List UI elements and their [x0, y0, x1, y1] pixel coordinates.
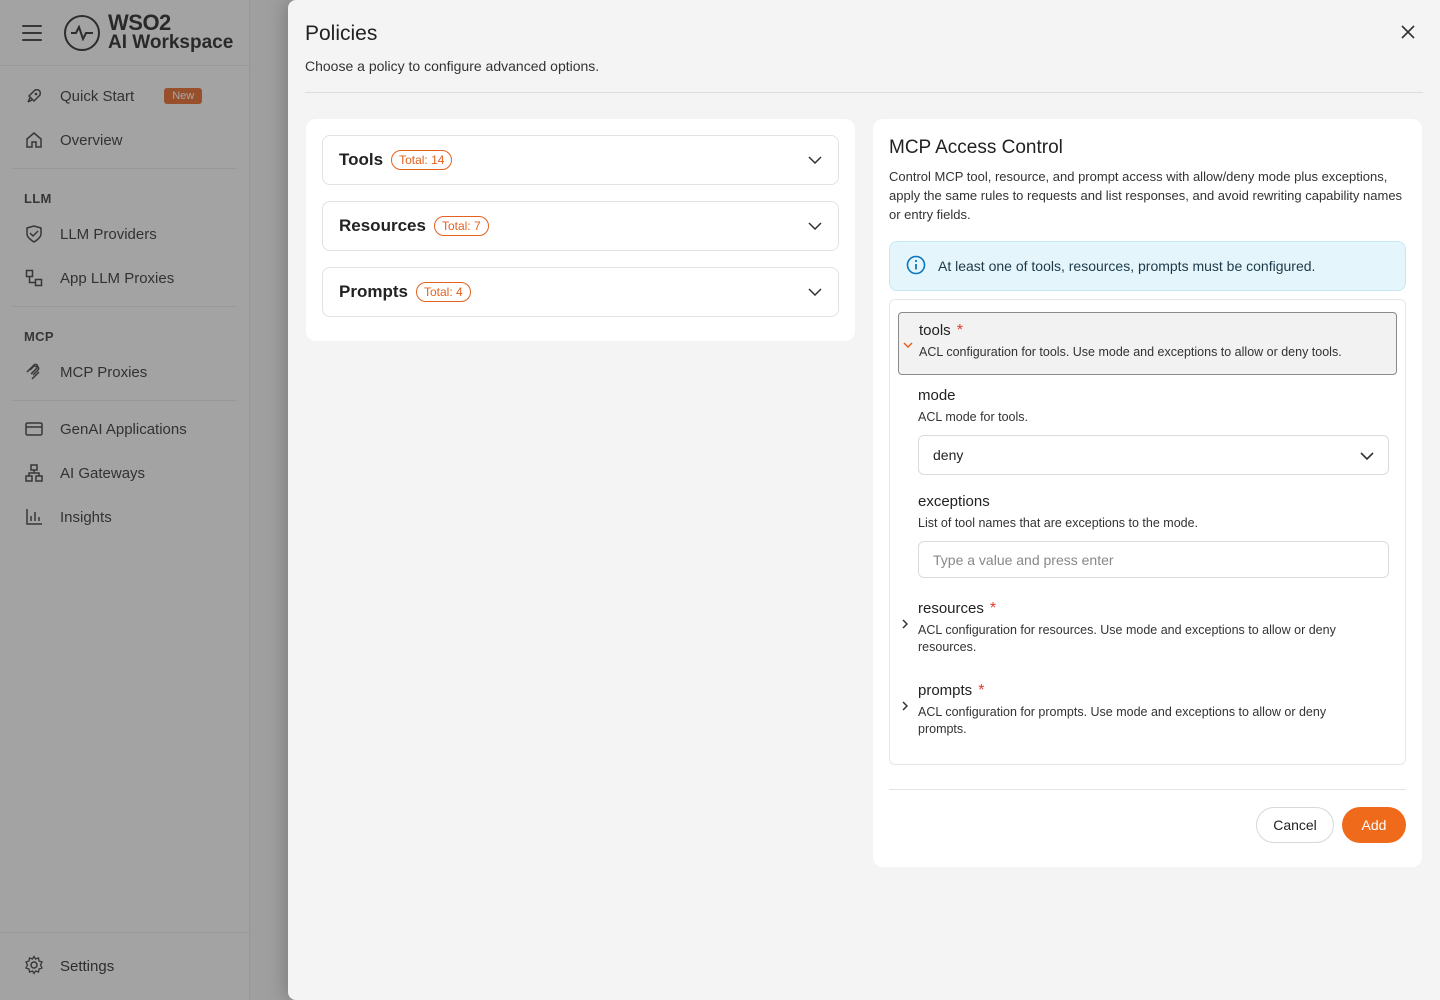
required-marker: *: [978, 682, 985, 699]
required-marker: *: [956, 322, 963, 339]
total-badge: Total: 4: [415, 282, 471, 302]
chevron-down-icon: [1360, 447, 1374, 463]
exceptions-input[interactable]: [918, 541, 1389, 578]
policies-drawer: Policies Choose a policy to configure ad…: [288, 0, 1440, 1000]
chevron-down-icon: [808, 217, 822, 235]
exceptions-desc: List of tool names that are exceptions t…: [918, 516, 1199, 530]
chevron-down-icon: [903, 335, 913, 353]
mode-select[interactable]: deny: [918, 435, 1389, 475]
acl-fieldset: tools * ACL configuration for tools. Use …: [889, 299, 1406, 765]
resources-label: resources: [918, 600, 984, 617]
drawer-subtitle: Choose a policy to configure advanced op…: [305, 58, 600, 74]
exceptions-label: exceptions: [918, 493, 990, 510]
close-button[interactable]: [1396, 20, 1420, 44]
info-text: At least one of tools, resources, prompt…: [938, 258, 1316, 274]
prompts-desc: ACL configuration for prompts. Use mode …: [918, 705, 1327, 736]
policy-groups-card: Tools Total: 14 Resources Total: 7 Promp…: [306, 119, 855, 341]
chevron-right-icon: [902, 616, 909, 634]
chevron-down-icon: [808, 283, 822, 301]
policy-config-card: MCP Access Control Control MCP tool, res…: [873, 119, 1422, 867]
resources-section-header[interactable]: resources * ACL configuration for resourc…: [898, 596, 1397, 658]
info-alert: At least one of tools, resources, prompt…: [889, 241, 1406, 291]
tools-label: tools: [919, 322, 951, 339]
accordion-tools[interactable]: Tools Total: 14: [322, 135, 839, 185]
drawer-title: Policies: [305, 22, 378, 45]
chevron-right-icon: [902, 698, 909, 716]
policy-description: Control MCP tool, resource, and prompt a…: [889, 169, 1403, 222]
resources-desc: ACL configuration for resources. Use mod…: [918, 623, 1336, 654]
chevron-down-icon: [808, 151, 822, 169]
prompts-label: prompts: [918, 682, 973, 699]
divider: [889, 789, 1406, 790]
tools-section-header[interactable]: tools * ACL configuration for tools. Use …: [898, 312, 1397, 375]
required-marker: *: [989, 600, 997, 617]
policy-title: MCP Access Control: [889, 137, 1063, 158]
divider: [305, 92, 1423, 93]
close-icon: [1401, 25, 1415, 39]
prompts-section-header[interactable]: prompts * ACL configuration for prompts. …: [898, 678, 1397, 740]
accordion-title: Prompts: [339, 282, 408, 301]
info-icon: [906, 255, 926, 278]
mode-value: deny: [933, 447, 964, 463]
cancel-button[interactable]: Cancel: [1256, 807, 1334, 843]
total-badge: Total: 7: [433, 216, 489, 236]
accordion-title: Tools: [339, 150, 384, 169]
mode-desc: ACL mode for tools.: [918, 410, 1029, 424]
accordion-prompts[interactable]: Prompts Total: 4: [322, 267, 839, 317]
tools-desc: ACL configuration for tools. Use mode an…: [919, 345, 1342, 359]
accordion-resources[interactable]: Resources Total: 7: [322, 201, 839, 251]
total-badge: Total: 14: [391, 150, 453, 170]
mode-label: mode: [918, 387, 956, 404]
accordion-title: Resources: [339, 216, 426, 235]
add-button[interactable]: Add: [1342, 807, 1406, 843]
